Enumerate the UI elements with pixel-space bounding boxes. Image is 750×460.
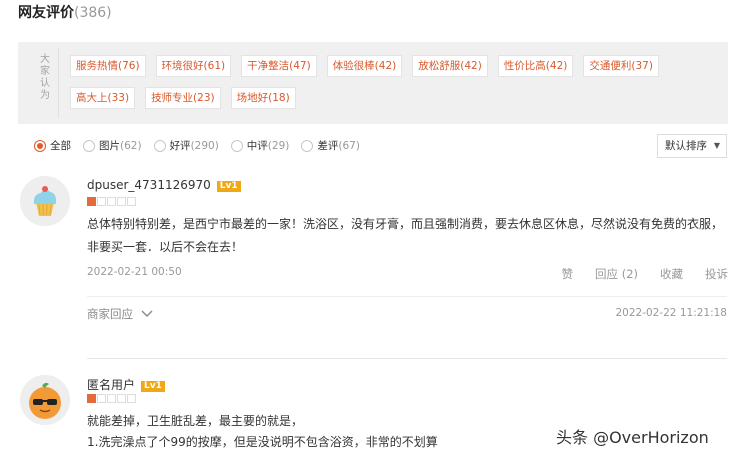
filter-label: 全部 <box>50 140 71 152</box>
review-divider <box>87 358 727 359</box>
filter-label: 好评 <box>169 140 191 152</box>
radio-icon[interactable] <box>301 139 314 152</box>
star-icon <box>127 197 136 206</box>
side-label-char: 大 <box>40 54 50 65</box>
avatar[interactable] <box>20 176 70 226</box>
page-title-text: 网友评价 <box>18 5 74 21</box>
star-icon <box>97 197 106 206</box>
filter-negative[interactable]: 差评 (67) <box>301 138 360 153</box>
star-icon <box>87 394 96 403</box>
star-rating <box>87 394 137 403</box>
username-text[interactable]: 匿名用户 <box>87 378 135 392</box>
merchant-reply-date: 2022-02-22 11:21:18 <box>615 307 727 319</box>
star-icon <box>87 197 96 206</box>
filter-all[interactable]: 全部 <box>34 138 71 153</box>
like-button[interactable]: 赞 <box>562 266 574 282</box>
watermark: 头条 @OverHorizon <box>556 428 709 447</box>
tag-chip[interactable]: 环境很好(61) <box>155 55 232 77</box>
tag-panel-divider <box>58 48 59 118</box>
filter-count: (67) <box>338 139 360 152</box>
review-username[interactable]: 匿名用户 Lv1 <box>87 376 165 393</box>
username-text[interactable]: dpuser_4731126970 <box>87 178 211 192</box>
chevron-down-icon: ▼ <box>713 141 720 150</box>
review-username[interactable]: dpuser_4731126970 Lv1 <box>87 178 241 192</box>
side-label-char: 认 <box>40 78 50 89</box>
merchant-reply-row[interactable]: 商家回应 2022-02-22 11:21:18 <box>87 296 727 330</box>
side-label-char: 家 <box>40 66 50 77</box>
favorite-button[interactable]: 收藏 <box>660 266 683 282</box>
side-label-char: 为 <box>40 90 50 101</box>
sort-dropdown[interactable]: 默认排序 ▼ <box>657 134 727 158</box>
filter-label: 图片 <box>99 140 120 152</box>
radio-selected-icon[interactable] <box>34 139 46 152</box>
star-icon <box>127 394 136 403</box>
filter-label: 差评 <box>317 140 339 152</box>
tag-chip[interactable]: 交通便利(37) <box>583 55 659 77</box>
star-rating <box>87 197 137 206</box>
filter-positive[interactable]: 好评 (290) <box>153 138 219 153</box>
review-text: 总体特别特别差，是西宁市最差的一家！洗浴区，没有牙膏，而且强制消费，要去休息区休… <box>87 217 724 254</box>
reply-button[interactable]: 回应 (2) <box>595 266 638 282</box>
chevron-down-icon <box>141 310 153 317</box>
radio-icon[interactable] <box>230 139 243 152</box>
orange-sunglasses-avatar-icon <box>20 375 70 425</box>
tag-chip[interactable]: 服务热情(76) <box>70 55 146 77</box>
radio-icon[interactable] <box>153 139 166 152</box>
sort-label: 默认排序 <box>665 140 707 152</box>
review-count: (386) <box>74 5 112 21</box>
review-filter-group: 全部 图片 (62) 好评 (290) 中评 (29) 差评 (67) <box>34 138 372 153</box>
tag-chip[interactable]: 场地好(18) <box>230 87 296 109</box>
filter-images[interactable]: 图片 (62) <box>83 138 142 153</box>
level-badge: Lv1 <box>141 381 165 392</box>
cupcake-avatar-icon <box>20 176 70 226</box>
tag-chip[interactable]: 性价比高(42) <box>497 55 574 77</box>
merchant-reply-toggle[interactable]: 商家回应 <box>87 306 153 322</box>
star-icon <box>97 394 106 403</box>
tag-chip[interactable]: 放松舒服(42) <box>412 55 488 77</box>
review-actions: 赞 回应 (2) 收藏 投诉 <box>540 266 728 282</box>
merchant-reply-label: 商家回应 <box>87 307 133 321</box>
filter-neutral[interactable]: 中评 (29) <box>230 138 290 153</box>
star-icon <box>117 394 126 403</box>
radio-icon[interactable] <box>83 139 95 152</box>
report-button[interactable]: 投诉 <box>705 266 728 282</box>
tag-chip[interactable]: 高大上(33) <box>70 87 136 109</box>
tag-panel-side-label: 大 家 认 为 <box>32 54 58 102</box>
star-icon <box>107 394 116 403</box>
filter-label: 中评 <box>246 140 268 152</box>
tag-chip[interactable]: 技师专业(23) <box>145 87 221 109</box>
star-icon <box>107 197 116 206</box>
tag-panel: 大 家 认 为 服务热情(76) 环境很好(61) 干净整洁(47) 体验很棒(… <box>18 42 728 124</box>
filter-count: (62) <box>120 139 142 152</box>
tag-list: 服务热情(76) 环境很好(61) 干净整洁(47) 体验很棒(42) 放松舒服… <box>70 55 720 119</box>
tag-chip[interactable]: 干净整洁(47) <box>241 55 317 77</box>
level-badge: Lv1 <box>216 181 241 192</box>
filter-count: (290) <box>190 139 219 152</box>
star-icon <box>117 197 126 206</box>
filter-count: (29) <box>267 139 290 152</box>
avatar[interactable] <box>20 375 70 425</box>
review-date: 2022-02-21 00:50 <box>87 266 182 278</box>
tag-chip[interactable]: 体验很棒(42) <box>326 55 403 77</box>
page-title: 网友评价(386) <box>18 2 112 22</box>
